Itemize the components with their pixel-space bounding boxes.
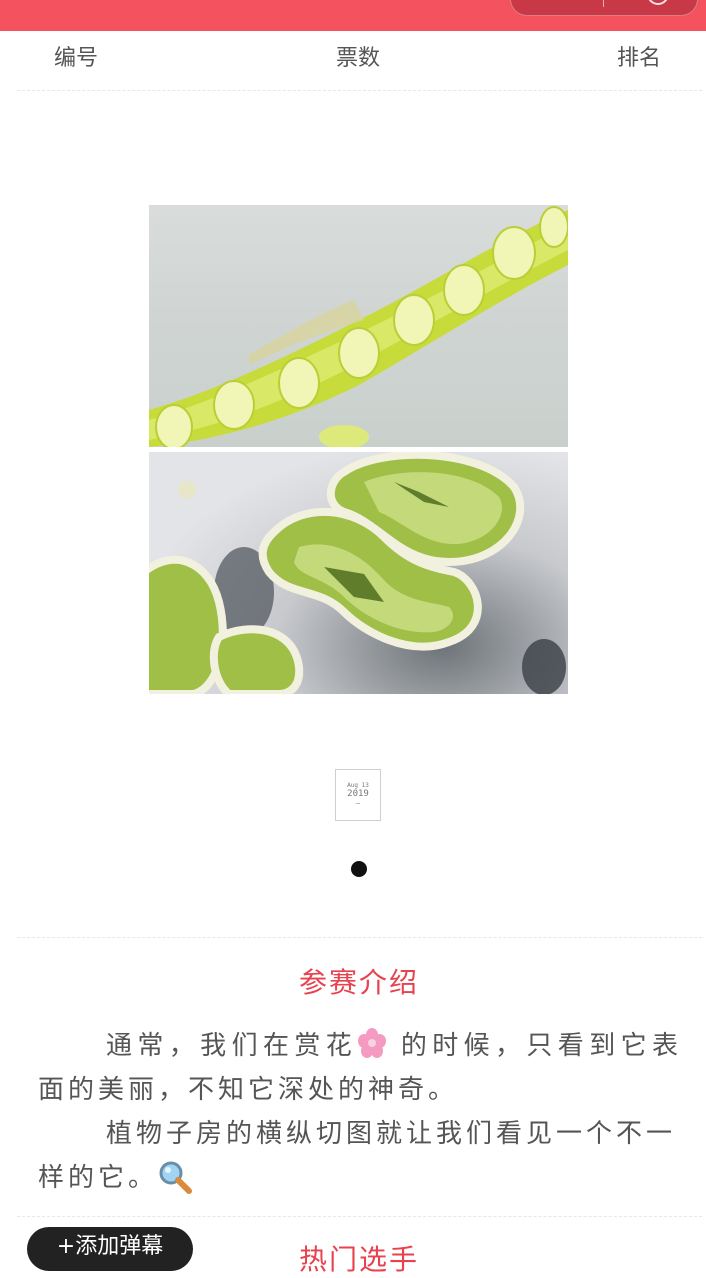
intro-text: 通常，我们在赏花 的时候，只看到它表面的美丽，不知它深处的神奇。 植物子房的横纵…: [38, 1024, 682, 1200]
ovary-cross-section: [149, 450, 568, 694]
thumb-year-line: 2019: [347, 789, 369, 799]
ovary-longitudinal-section: [149, 205, 568, 450]
photo-thumbnail[interactable]: Aug 13 2019 —: [335, 769, 381, 821]
magnifier-icon: [159, 1161, 193, 1194]
divider: [17, 1216, 702, 1217]
thumb-dash-line: —: [355, 799, 361, 807]
cherry-blossom-icon: [358, 1028, 387, 1058]
divider: [17, 937, 702, 938]
votes-label: 票数: [336, 46, 381, 71]
capsule-separator: [603, 0, 604, 7]
top-bar: [0, 0, 706, 31]
number-label: 编号: [54, 46, 99, 71]
close-circle-icon[interactable]: [647, 0, 669, 5]
intro-para2-text: 植物子房的横纵切图就让我们看见一个不一样的它。: [38, 1119, 677, 1193]
stats-row: 编号 票数 排名: [0, 36, 706, 76]
divider: [17, 90, 702, 91]
rank-label: 排名: [617, 46, 662, 71]
hot-players-title: 热门选手: [298, 1243, 419, 1276]
intro-paragraph-1: 通常，我们在赏花 的时候，只看到它表面的美丽，不知它深处的神奇。: [38, 1024, 682, 1112]
intro-paragraph-2: 植物子房的横纵切图就让我们看见一个不一样的它。: [38, 1112, 682, 1200]
intro-para1-start: 通常，我们在赏花: [106, 1031, 358, 1061]
capsule-menu[interactable]: [510, 0, 698, 16]
carousel-indicator-dot[interactable]: [351, 861, 367, 877]
thumb-date-line: Aug 13: [347, 782, 369, 789]
intro-title: 参赛介绍: [298, 966, 419, 999]
entry-photo[interactable]: [149, 205, 568, 694]
